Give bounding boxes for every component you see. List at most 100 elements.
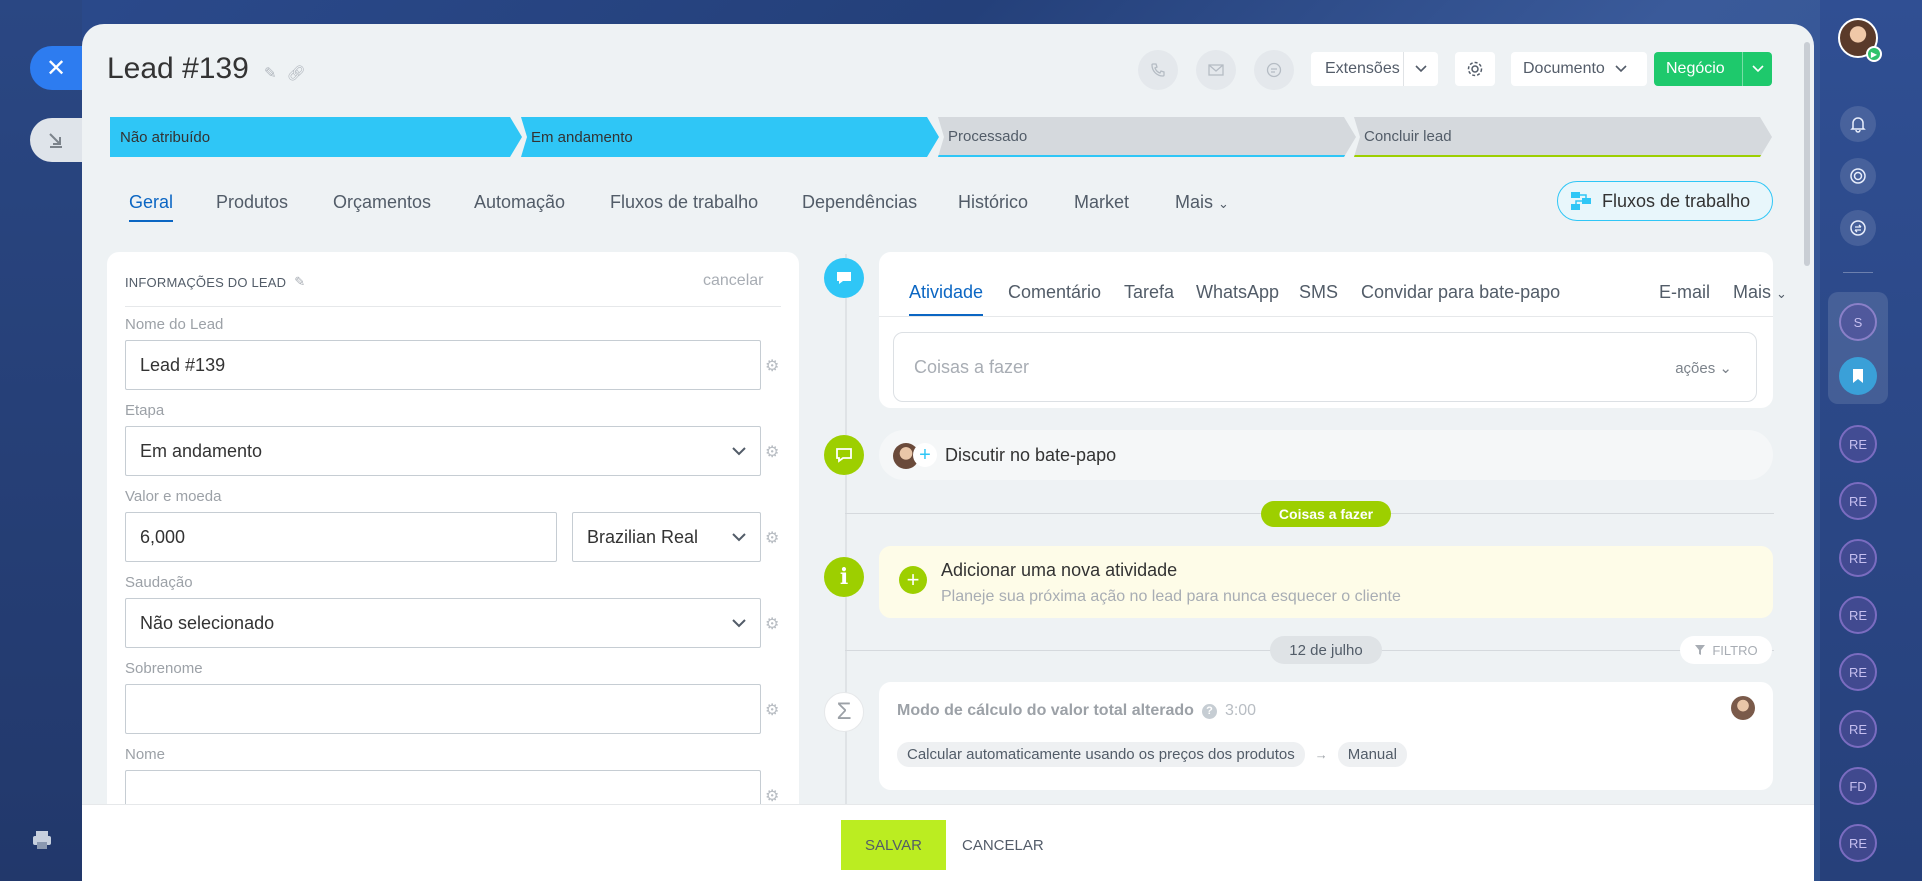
tab-more[interactable]: Mais ⌄ [1733,282,1787,303]
tab-dependencies[interactable]: Dependências [802,192,917,213]
cancel-button[interactable]: CANCELAR [962,837,1044,854]
tab-more[interactable]: Mais ⌄ [1175,192,1229,213]
gear-icon[interactable]: ⚙ [765,442,779,462]
gear-icon[interactable]: ⚙ [765,528,779,548]
chat-item[interactable]: RE [1839,710,1877,748]
field-label: Etapa [125,402,165,419]
bookmark-icon[interactable] [1839,357,1877,395]
document-button[interactable]: Documento [1511,52,1647,86]
lead-panel: Lead #139 ✎ 🔗︎ Extensões Documento Negóc… [82,24,1814,881]
online-status-icon: ▶ [1866,46,1882,62]
target-icon[interactable] [1840,158,1876,194]
chat-item[interactable]: RE [1839,596,1877,634]
tab-general[interactable]: Geral [129,192,174,222]
salutation-select[interactable]: Não selecionado [125,598,761,648]
tab-email[interactable]: E-mail [1659,282,1710,303]
print-icon[interactable] [30,828,54,852]
stage-convert-lead[interactable]: Concluir lead [1354,117,1772,157]
chevron-down-icon [1615,65,1627,73]
stage-processed[interactable]: Processado [938,117,1356,157]
chat-item[interactable]: RE [1839,425,1877,463]
avatar [1731,696,1755,720]
workflows-button-label: Fluxos de trabalho [1602,190,1751,211]
history-time: 3:00 [1224,702,1257,719]
actions-dropdown[interactable]: ações ⌄ [1675,359,1732,377]
tab-activity[interactable]: Atividade [909,282,984,316]
edit-icon[interactable]: ✎ [294,274,305,290]
chat-item[interactable]: RE [1839,539,1877,577]
chevron-down-icon[interactable] [1742,52,1772,86]
tab-market[interactable]: Market [1074,192,1129,213]
tab-sms[interactable]: SMS [1299,282,1338,303]
lead-name-field[interactable]: Lead #139 [125,340,761,390]
deal-button[interactable]: Negócio [1654,52,1772,86]
chat-icon[interactable] [1254,50,1294,90]
chat-item[interactable]: RE [1839,653,1877,691]
document-label: Documento [1523,60,1605,77]
deal-label: Negócio [1666,60,1725,77]
todo-input[interactable]: Coisas a fazer ações ⌄ [893,332,1757,402]
amount-field[interactable]: 6,000 [125,512,557,562]
divider [125,306,781,307]
chat-item-initials: RE [1848,550,1868,566]
sync-icon[interactable] [1840,210,1876,246]
plus-icon[interactable]: + [913,443,937,467]
chat-item[interactable]: S [1839,303,1877,341]
tab-automation[interactable]: Automação [474,192,565,213]
tab-more-label: Mais [1175,192,1214,212]
add-activity-card[interactable]: + Adicionar uma nova atividade Planeje s… [879,546,1773,618]
gear-icon[interactable]: ⚙ [765,700,779,720]
chat-item-initials: RE [1848,607,1868,623]
discuss-chat-row[interactable]: + Discutir no bate-papo [879,430,1773,480]
scrollbar[interactable] [1804,42,1810,266]
help-icon[interactable]: ? [1201,703,1217,719]
tab-quotes[interactable]: Orçamentos [333,192,431,213]
settings-button[interactable] [1455,52,1495,86]
date-badge: 12 de julho [1270,636,1382,664]
bell-icon[interactable] [1840,106,1876,142]
stage-label: Concluir lead [1364,127,1452,145]
chevron-down-icon[interactable] [1403,52,1438,86]
save-button[interactable]: SALVAR [841,820,946,870]
tab-whatsapp[interactable]: WhatsApp [1196,282,1279,303]
extensions-button[interactable]: Extensões [1311,52,1438,86]
tab-comment[interactable]: Comentário [1008,282,1101,303]
chat-item[interactable]: FD [1839,767,1877,805]
field-value: Lead #139 [140,354,226,375]
gear-icon[interactable]: ⚙ [765,786,779,806]
chat-item[interactable]: RE [1839,824,1877,862]
cancel-link[interactable]: cancelar [703,272,763,290]
filter-button[interactable]: FILTRO [1680,636,1772,664]
add-activity-title: Adicionar uma nova atividade [941,560,1178,580]
gear-icon[interactable]: ⚙ [765,614,779,634]
stage-not-assigned[interactable]: Não atribuído [110,117,522,157]
field-label: Sobrenome [125,660,203,677]
close-button[interactable]: ✕ [30,46,82,90]
tab-products[interactable]: Produtos [216,192,288,213]
currency-select[interactable]: Brazilian Real [572,512,761,562]
phone-icon[interactable] [1138,50,1178,90]
right-sidebar-divider [1843,272,1873,273]
edit-icon[interactable]: ✎ [264,64,277,82]
stage-in-progress[interactable]: Em andamento [521,117,939,157]
link-icon[interactable]: 🔗︎ [287,64,306,82]
plus-icon[interactable]: + [899,566,927,594]
gear-icon[interactable]: ⚙ [765,356,779,376]
activity-editor: Atividade Comentário Tarefa WhatsApp SMS… [879,252,1787,408]
tab-workflows[interactable]: Fluxos de trabalho [610,192,758,213]
tab-history[interactable]: Histórico [958,192,1028,213]
tab-invite-chat[interactable]: Convidar para bate-papo [1361,282,1560,303]
todo-section-badge: Coisas a fazer [1261,501,1391,527]
mail-icon[interactable] [1196,50,1236,90]
chat-item[interactable]: RE [1839,482,1877,520]
history-title: Modo de cálculo do valor total alterado [897,702,1194,719]
field-label: Nome do Lead [125,316,224,333]
chat-item-initials: RE [1848,436,1868,452]
stage-label: Processado [948,127,1028,145]
stage-label: Em andamento [531,128,633,146]
workflows-button[interactable]: Fluxos de trabalho [1557,181,1773,221]
minimize-button[interactable] [30,118,82,162]
stage-select[interactable]: Em andamento [125,426,761,476]
lastname-field[interactable] [125,684,761,734]
tab-task[interactable]: Tarefa [1124,282,1174,303]
